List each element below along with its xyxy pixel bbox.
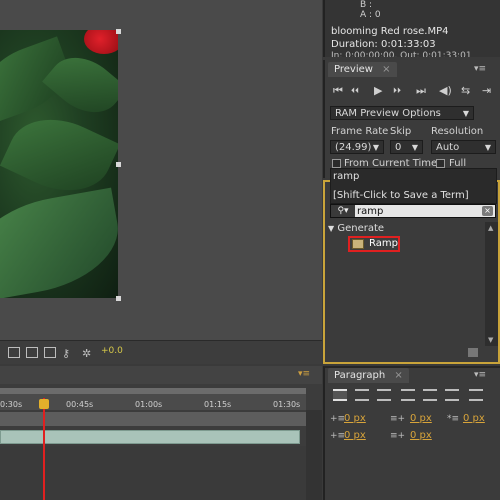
previous-frame-button[interactable]: ⏴⏴ (351, 86, 359, 96)
resolution-label: Resolution (431, 126, 484, 137)
exposure-value[interactable]: +0.0 (101, 346, 123, 356)
rose-bloom (84, 30, 118, 54)
select-value: (24.99) (335, 142, 372, 153)
layer-handle[interactable] (116, 296, 121, 301)
scroll-up-icon[interactable]: ▲ (488, 224, 493, 232)
ram-preview-options-select[interactable]: RAM Preview Options ▼ (330, 106, 474, 120)
blue-value: B : (360, 0, 373, 10)
space-before-value[interactable]: 0 px (344, 430, 366, 441)
grid-icon[interactable] (8, 347, 20, 358)
channel-icon[interactable] (44, 347, 56, 358)
justify-last-center-icon[interactable] (423, 389, 437, 401)
last-frame-button[interactable]: ⏭ (416, 84, 426, 98)
select-value: RAM Preview Options (335, 108, 441, 119)
tab-preview[interactable]: Preview × (328, 62, 397, 77)
time-tick: 01:00s (135, 400, 163, 409)
frame-rate-label: Frame Rate (331, 126, 389, 137)
timeline-empty-area (0, 446, 306, 500)
justify-last-left-icon[interactable] (401, 389, 415, 401)
new-folder-icon[interactable] (468, 348, 478, 357)
first-line-indent-value[interactable]: 0 px (463, 413, 485, 424)
close-icon[interactable]: × (394, 370, 402, 381)
panel-menu-icon[interactable]: ▾≡ (474, 370, 486, 380)
align-right-icon[interactable] (377, 389, 391, 401)
effect-label: Ramp (369, 238, 398, 249)
align-center-icon[interactable] (355, 389, 369, 401)
next-frame-button[interactable]: ⏵⏵ (393, 86, 401, 96)
video-frame (0, 30, 118, 298)
indent-right-icon: ≡+ (390, 414, 406, 424)
search-icon[interactable]: ⚲▾ (331, 205, 355, 217)
chevron-down-icon: ▼ (484, 143, 491, 152)
tab-paragraph[interactable]: Paragraph × (328, 368, 409, 383)
mute-audio-button[interactable]: ◀) (439, 84, 452, 97)
first-line-indent-icon: *≡ (447, 414, 460, 424)
alpha-value: A : 0 (360, 10, 381, 20)
effect-icon (352, 239, 364, 249)
chevron-down-icon: ▼ (372, 143, 379, 152)
current-time-indicator[interactable] (43, 398, 45, 500)
layer-handle[interactable] (116, 162, 121, 167)
select-value: 0 (395, 142, 402, 153)
flowchart-icon[interactable]: ⚷ (62, 347, 74, 360)
clip-duration: Duration: 0:01:33:03 (331, 39, 436, 50)
play-button[interactable]: ▶ (374, 84, 382, 97)
work-area-bar[interactable] (0, 412, 306, 426)
tab-label: Paragraph (334, 370, 386, 381)
space-before-icon: +≡ (330, 431, 346, 441)
justify-all-icon[interactable] (469, 389, 483, 401)
clip-name: blooming Red rose.MP4 (331, 26, 449, 37)
align-left-icon[interactable] (333, 389, 347, 401)
effects-scrollbar[interactable]: ▲ ▼ (485, 222, 498, 346)
space-after-value[interactable]: 0 px (410, 430, 432, 441)
layer-duration-bar[interactable] (0, 430, 300, 444)
viewer-toolbar: ⚷ ✲ (0, 340, 322, 364)
clip-in-out: In: 0:00:00:00, Out: 0:01:33:01 (331, 51, 472, 57)
select-value: Auto (436, 142, 460, 153)
search-input[interactable] (357, 204, 483, 218)
first-frame-button[interactable]: ⏮ (333, 84, 343, 98)
from-current-time-checkbox[interactable] (332, 159, 341, 168)
chevron-down-icon: ▼ (411, 143, 418, 152)
save-term-hint: [Shift-Click to Save a Term] (333, 190, 469, 201)
space-after-icon: ≡+ (390, 431, 406, 441)
tab-label: Preview (334, 64, 373, 75)
indent-left-icon: +≡ (330, 414, 346, 424)
fast-preview-icon[interactable]: ✲ (82, 347, 94, 360)
timeline-header: ▾≡ (0, 366, 322, 384)
panel-menu-icon[interactable]: ▾≡ (474, 64, 486, 74)
skip-select[interactable]: 0 ▼ (390, 140, 423, 154)
category-label: Generate (337, 223, 385, 234)
playhead-handle[interactable] (39, 399, 49, 409)
panel-menu-icon[interactable]: ▾≡ (298, 369, 310, 379)
timeline-scrollbar[interactable] (306, 410, 322, 500)
indent-right-value[interactable]: 0 px (410, 413, 432, 424)
scroll-down-icon[interactable]: ▼ (488, 336, 493, 344)
frame-rate-select[interactable]: (24.99) ▼ (330, 140, 384, 154)
category-generate[interactable]: ▼ Generate (328, 223, 384, 234)
resolution-select[interactable]: Auto ▼ (431, 140, 496, 154)
chevron-down-icon: ▼ (462, 109, 469, 118)
recent-term-item[interactable]: ramp (333, 171, 359, 182)
ram-preview-button[interactable]: ⇥ (482, 84, 491, 97)
time-tick: 01:15s (204, 400, 232, 409)
layer-handle[interactable] (116, 29, 121, 34)
close-icon[interactable]: × (382, 64, 390, 75)
snapshot-icon[interactable] (26, 347, 38, 358)
full-screen-checkbox[interactable] (436, 159, 445, 168)
indent-left-value[interactable]: 0 px (344, 413, 366, 424)
time-tick: 01:30s (273, 400, 301, 409)
skip-label: Skip (390, 126, 412, 137)
clear-search-icon[interactable]: × (482, 206, 493, 216)
disclosure-triangle-icon[interactable]: ▼ (328, 224, 334, 233)
time-tick: 00:45s (66, 400, 94, 409)
color-readout: B : A : 0 (360, 0, 381, 20)
justify-last-right-icon[interactable] (445, 389, 459, 401)
time-tick: 0:30s (0, 400, 23, 409)
loop-button[interactable]: ⇆ (461, 84, 470, 97)
